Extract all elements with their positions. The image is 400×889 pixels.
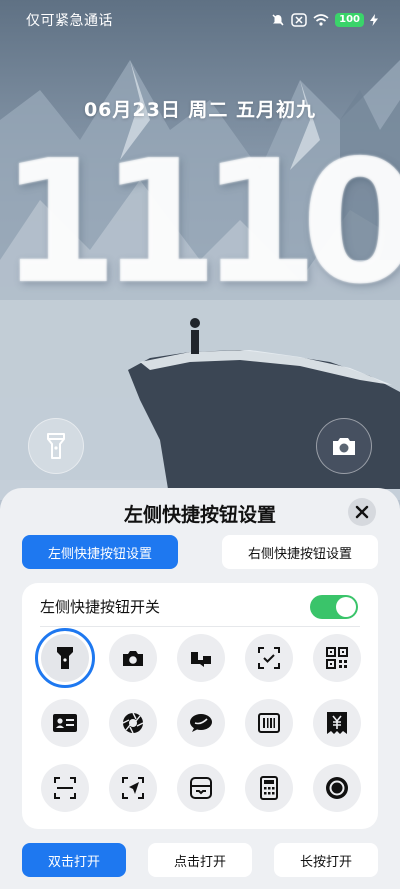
shortcut-option-camera[interactable]	[109, 634, 157, 682]
status-bar: 仅可紧急通话 100	[0, 0, 400, 40]
shortcut-option-record[interactable]	[313, 764, 361, 812]
shortcut-settings-sheet: 左侧快捷按钮设置 左侧快捷按钮设置 右侧快捷按钮设置 左侧快捷按钮开关 双击打开…	[0, 488, 400, 889]
shortcut-option-navigation[interactable]	[109, 764, 157, 812]
camera-icon	[333, 438, 355, 455]
shortcut-option-aperture[interactable]	[109, 699, 157, 747]
mute-bell-icon	[272, 14, 284, 26]
lockscreen-flashlight-button[interactable]	[28, 418, 84, 474]
status-icons: 100	[271, 13, 378, 27]
shortcut-option-barcode[interactable]	[245, 699, 293, 747]
tray-icon	[190, 777, 212, 799]
id-card-icon	[53, 714, 77, 732]
charging-icon	[370, 14, 378, 26]
flashlight-icon	[57, 647, 73, 669]
shortcut-card: 左侧快捷按钮开关	[22, 583, 378, 829]
flashlight-icon	[47, 433, 65, 459]
qr-code-icon	[326, 647, 348, 669]
record-icon	[326, 777, 348, 799]
aperture-icon	[122, 712, 144, 734]
wifi-icon	[313, 14, 329, 26]
close-button[interactable]	[348, 498, 376, 526]
lockscreen-camera-button[interactable]	[316, 418, 372, 474]
carrier-status: 仅可紧急通话	[26, 13, 113, 29]
voice-memo-icon	[191, 652, 211, 667]
lockscreen-clock: 1110	[0, 124, 400, 322]
shortcut-option-flashlight[interactable]	[41, 634, 89, 682]
shortcut-option-voice-memo[interactable]	[177, 634, 225, 682]
scan-icon	[258, 647, 280, 669]
shortcut-option-chat[interactable]	[177, 699, 225, 747]
long-press-open-button[interactable]: 长按打开	[274, 843, 378, 877]
barcode-icon	[258, 713, 280, 733]
shortcut-option-qr-code[interactable]	[313, 634, 361, 682]
scan-frame-icon	[54, 777, 76, 799]
shortcut-option-scan[interactable]	[245, 634, 293, 682]
shortcut-option-scan-frame[interactable]	[41, 764, 89, 812]
shortcut-option-id-card[interactable]	[41, 699, 89, 747]
payment-icon	[327, 712, 347, 734]
tab-right-shortcut[interactable]: 右侧快捷按钮设置	[222, 535, 378, 569]
double-tap-open-button[interactable]: 双击打开	[22, 843, 126, 877]
switch-label: 左侧快捷按钮开关	[40, 598, 161, 616]
no-sim-icon	[291, 13, 307, 27]
sheet-title: 左侧快捷按钮设置	[123, 504, 276, 526]
lockscreen-date: 06月23日 周二 五月初九	[83, 99, 317, 121]
navigation-icon	[122, 777, 144, 799]
calculator-icon	[260, 776, 278, 800]
divider	[40, 626, 360, 627]
chat-icon	[190, 714, 212, 732]
battery-level: 100	[335, 13, 364, 27]
camera-icon	[123, 651, 143, 666]
shortcut-toggle[interactable]	[310, 595, 358, 619]
close-icon	[355, 505, 369, 519]
shortcut-option-calculator[interactable]	[245, 764, 293, 812]
tap-open-button[interactable]: 点击打开	[148, 843, 252, 877]
shortcut-option-tray[interactable]	[177, 764, 225, 812]
shortcut-option-payment[interactable]	[313, 699, 361, 747]
toggle-knob	[336, 597, 356, 617]
tab-left-shortcut[interactable]: 左侧快捷按钮设置	[22, 535, 178, 569]
